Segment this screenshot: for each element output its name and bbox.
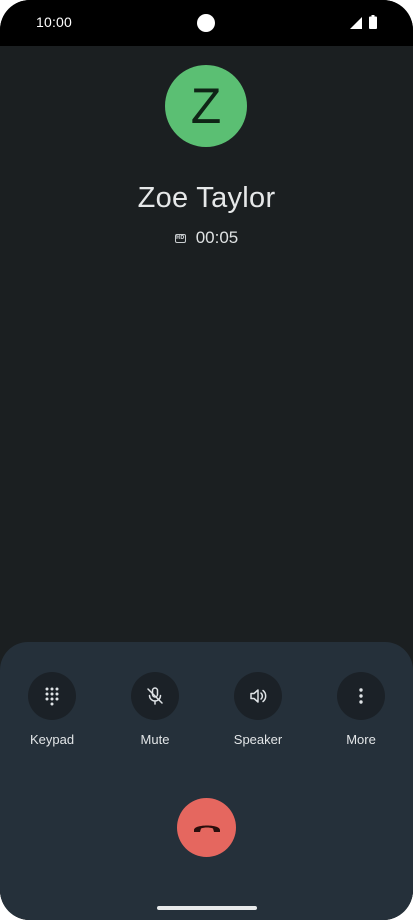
mute-control[interactable]: Mute <box>115 672 195 747</box>
keypad-label: Keypad <box>29 732 75 747</box>
battery-icon <box>369 15 377 29</box>
call-info: HD 00:05 <box>0 228 413 248</box>
more-vert-icon <box>359 688 363 704</box>
status-time: 10:00 <box>36 14 73 30</box>
more-button[interactable] <box>337 672 385 720</box>
mute-label: Mute <box>140 732 170 747</box>
speaker-label: Speaker <box>233 732 283 747</box>
phone-frame: 10:00 Z Zoe Taylor HD 00:05 Keypad Mute … <box>0 0 413 920</box>
end-call-button[interactable] <box>177 798 236 857</box>
speaker-control[interactable]: Speaker <box>218 672 298 747</box>
caller-name: Zoe Taylor <box>137 182 276 214</box>
mute-icon <box>147 687 163 705</box>
signal-icon <box>350 17 362 29</box>
keypad-icon <box>45 687 59 706</box>
more-control[interactable]: More <box>321 672 401 747</box>
hd-icon: HD <box>174 233 186 243</box>
home-indicator[interactable] <box>157 906 257 910</box>
keypad-control[interactable]: Keypad <box>12 672 92 747</box>
more-label: More <box>346 732 376 747</box>
caller-avatar: Z <box>165 65 247 147</box>
keypad-button[interactable] <box>28 672 76 720</box>
avatar-letter: Z <box>190 78 222 134</box>
mute-button[interactable] <box>131 672 179 720</box>
status-bar: 10:00 <box>0 0 413 46</box>
call-controls-panel: Keypad Mute Speaker More <box>0 642 413 920</box>
speaker-icon <box>250 689 267 703</box>
speaker-button[interactable] <box>234 672 282 720</box>
front-camera <box>197 14 215 32</box>
end-call-icon <box>193 825 220 832</box>
call-duration: 00:05 <box>195 228 239 247</box>
